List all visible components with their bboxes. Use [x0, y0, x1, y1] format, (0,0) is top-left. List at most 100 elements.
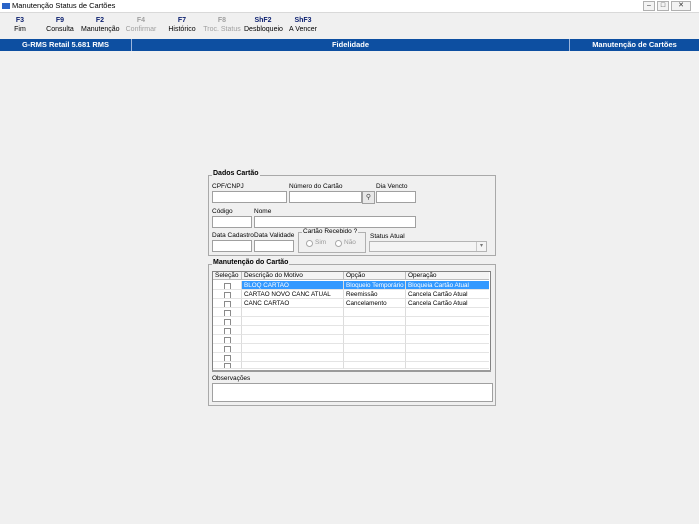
empty-row [213, 326, 489, 335]
data-validade-label: Data Validade [254, 232, 295, 239]
opcao-cell [344, 362, 406, 369]
row-checkbox[interactable] [224, 355, 231, 361]
descricao-cell [242, 353, 344, 362]
desbloqueio-label: Desbloqueio [244, 26, 283, 33]
a-vencer-label: A Vencer [288, 26, 318, 33]
data-cadastro-input[interactable] [212, 240, 252, 252]
close-icon[interactable]: ✕ [671, 1, 691, 11]
row-checkbox[interactable] [224, 292, 231, 298]
chevron-down-icon[interactable]: ▾ [476, 242, 486, 251]
a-vencer-button[interactable]: ShF3 A Vencer [284, 17, 322, 33]
descricao-cell [242, 326, 344, 335]
desbloqueio-button[interactable]: ShF2 Desbloqueio [244, 17, 283, 33]
row-checkbox[interactable] [224, 283, 231, 289]
empty-row [213, 317, 489, 326]
descricao-cell: CARTAO NOVO CANC ATUAL [242, 290, 344, 299]
motivos-table: Seleção Descrição do Motivo Opção Operaç… [212, 271, 491, 371]
binoculars-icon[interactable]: ⚲ [362, 191, 375, 204]
opcao-cell [344, 326, 406, 335]
consulta-button[interactable]: F9 Consulta [41, 17, 79, 33]
fim-button[interactable]: F3 Fim [1, 17, 39, 33]
col-selecao: Seleção [213, 272, 242, 280]
row-checkbox[interactable] [224, 337, 231, 343]
a-vencer-key: ShF3 [294, 17, 312, 24]
codigo-input[interactable] [212, 216, 252, 228]
observacoes-label: Observações [212, 375, 251, 382]
status-atual-select[interactable]: ▾ [369, 241, 487, 252]
descricao-cell [242, 335, 344, 344]
table-row[interactable]: CARTAO NOVO CANC ATUAL Reemissão Cancela… [213, 290, 489, 299]
opcao-cell [344, 344, 406, 353]
operacao-cell [406, 317, 489, 326]
troc-status-button[interactable]: F8 Troc. Status [203, 17, 241, 33]
table-row[interactable]: BLOQ CARTAO Bloqueio Temporário Bloqueia… [213, 281, 489, 290]
maximize-icon[interactable]: □ [657, 1, 669, 11]
col-operacao: Operação [406, 272, 489, 280]
fim-label: Fim [14, 26, 26, 33]
descricao-cell [242, 317, 344, 326]
numero-cartao-input[interactable] [289, 191, 362, 203]
codigo-label: Código [212, 208, 233, 215]
selecao-cell [213, 308, 242, 317]
confirmar-button[interactable]: F4 Confirmar [122, 17, 160, 33]
row-checkbox[interactable] [224, 310, 231, 316]
selecao-cell [213, 335, 242, 344]
nome-input[interactable] [254, 216, 416, 228]
operacao-cell: Cancela Cartão Atual [406, 299, 489, 308]
historico-button[interactable]: F7 Histórico [163, 17, 201, 33]
empty-row [213, 353, 489, 362]
data-cadastro-label: Data Cadastro [212, 232, 254, 239]
module-name: Fidelidade [132, 39, 570, 51]
sim-label: Sim [315, 239, 327, 246]
row-checkbox[interactable] [224, 328, 231, 334]
troc-status-label: Troc. Status [203, 26, 241, 33]
selecao-cell [213, 362, 242, 369]
troc-status-key: F8 [217, 17, 227, 24]
nome-label: Nome [254, 208, 272, 215]
empty-row [213, 362, 489, 369]
manutencao-key: F2 [95, 17, 105, 24]
dados-cartao-title: Dados Cartão [212, 170, 260, 177]
opcao-cell [344, 335, 406, 344]
title-bar: Manutenção Status de Cartões – □ ✕ [0, 0, 699, 13]
manutencao-button[interactable]: F2 Manutenção [81, 17, 120, 33]
opcao-cell: Cancelamento [344, 299, 406, 308]
system-version: G-RMS Retail 5.681 RMS [0, 39, 132, 51]
manutencao-label: Manutenção [81, 26, 120, 33]
consulta-key: F9 [55, 17, 65, 24]
screen-name: Manutenção de Cartões [592, 40, 677, 49]
operacao-cell [406, 308, 489, 317]
historico-key: F7 [177, 17, 187, 24]
row-checkbox[interactable] [224, 363, 231, 368]
operacao-cell [406, 362, 489, 369]
row-checkbox[interactable] [224, 319, 231, 325]
descricao-cell: CANC CARTAO [242, 299, 344, 308]
empty-row [213, 344, 489, 353]
data-validade-input[interactable] [254, 240, 294, 252]
observacoes-input[interactable] [212, 383, 493, 402]
col-opcao: Opção [344, 272, 406, 280]
dia-vencto-label: Dia Vencto [376, 183, 408, 190]
confirmar-label: Confirmar [125, 26, 157, 33]
row-checkbox[interactable] [224, 301, 231, 307]
table-bottom-border [212, 370, 491, 372]
sim-radio[interactable] [306, 240, 313, 247]
operacao-cell [406, 353, 489, 362]
operacao-cell [406, 326, 489, 335]
nao-radio[interactable] [335, 240, 342, 247]
selecao-cell [213, 326, 242, 335]
dia-vencto-input[interactable] [376, 191, 416, 203]
operacao-cell [406, 344, 489, 353]
selecao-cell [213, 281, 242, 290]
opcao-cell: Bloqueio Temporário [344, 281, 406, 290]
col-descricao: Descrição do Motivo [242, 272, 344, 280]
descricao-cell [242, 308, 344, 317]
opcao-cell [344, 308, 406, 317]
cpf-input[interactable] [212, 191, 287, 203]
table-row[interactable]: CANC CARTAO Cancelamento Cancela Cartão … [213, 299, 489, 308]
row-checkbox[interactable] [224, 346, 231, 352]
minimize-icon[interactable]: – [643, 1, 655, 11]
descricao-cell [242, 344, 344, 353]
fim-key: F3 [15, 17, 25, 24]
descricao-cell: BLOQ CARTAO [242, 281, 344, 290]
